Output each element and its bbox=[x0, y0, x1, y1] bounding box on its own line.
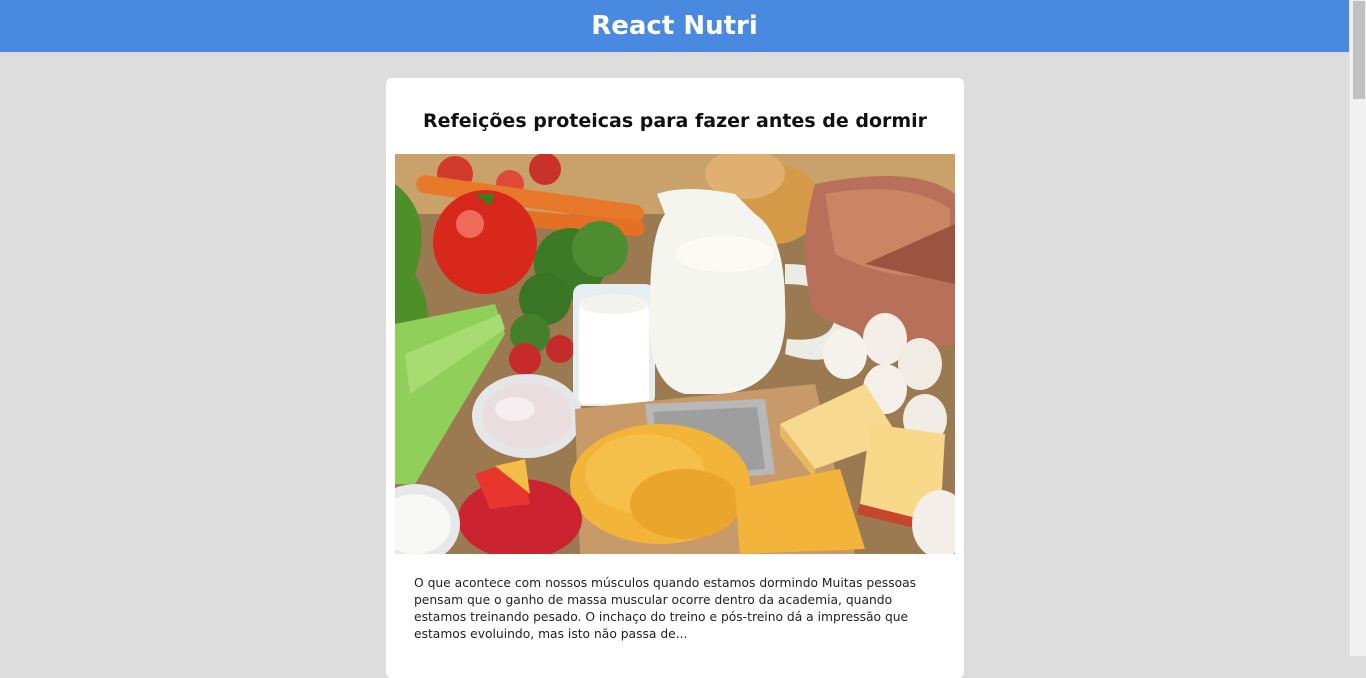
post-card: Refeições proteicas para fazer antes de … bbox=[386, 78, 964, 678]
app-title: React Nutri bbox=[591, 11, 758, 41]
app-header: React Nutri bbox=[0, 0, 1349, 52]
scrollbar-thumb[interactable] bbox=[1353, 1, 1365, 99]
post-image bbox=[395, 154, 955, 554]
page-scrollbar[interactable] bbox=[1349, 0, 1366, 656]
post-excerpt: O que acontece com nossos músculos quand… bbox=[414, 576, 917, 641]
post-title: Refeições proteicas para fazer antes de … bbox=[422, 110, 928, 132]
